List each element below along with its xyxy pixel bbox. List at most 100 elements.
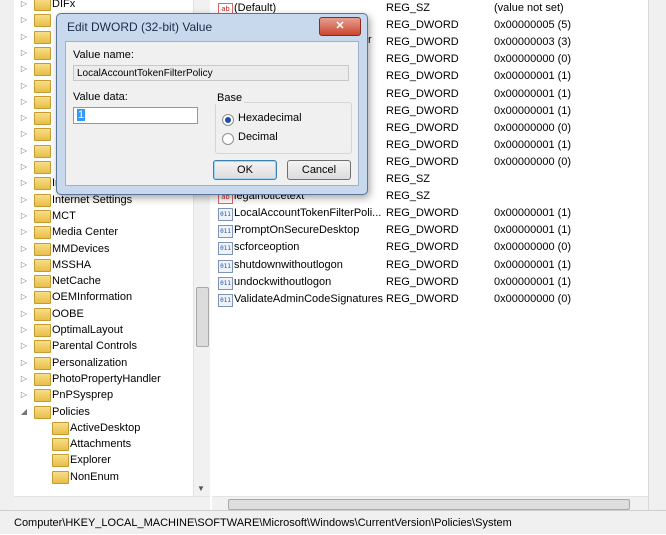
folder-icon	[34, 14, 51, 28]
expand-arrow-icon[interactable]: ▷	[18, 175, 30, 191]
expand-arrow-icon[interactable]: ▷	[18, 61, 30, 77]
values-scroll-thumb[interactable]	[228, 499, 630, 510]
folder-icon	[34, 193, 51, 207]
value-data-input[interactable]: 1	[73, 107, 198, 124]
value-name: LocalAccountTokenFilterPoli...	[234, 207, 382, 220]
tree-item-label: OptimalLayout	[52, 324, 123, 336]
close-icon[interactable]: ✕	[319, 17, 361, 36]
expand-arrow-icon[interactable]: ▷	[18, 387, 30, 403]
expand-arrow-icon[interactable]: ▷	[18, 355, 30, 371]
folder-icon	[34, 324, 51, 337]
hexadecimal-radio[interactable]	[222, 114, 234, 126]
right-window-edge	[648, 0, 666, 510]
expand-arrow-icon[interactable]: ▷	[18, 208, 30, 224]
base-groupbox: Hexadecimal Decimal	[215, 102, 352, 154]
expand-arrow-icon[interactable]: ▷	[18, 12, 30, 28]
cancel-button[interactable]: Cancel	[287, 160, 351, 180]
expand-arrow-icon[interactable]: ▷	[18, 192, 30, 208]
value-row[interactable]: 011 PromptOnSecureDesktop REG_DWORD 0x00000…	[212, 222, 648, 239]
decimal-label[interactable]: Decimal	[238, 131, 278, 143]
registry-editor-window: ▷DIFx▷▷▷▷▷▷▷▷▷▷▷Installer▷Internet Setti…	[0, 0, 666, 534]
expand-arrow-icon[interactable]: ▷	[18, 338, 30, 354]
value-data: 0x00000001 (1)	[494, 224, 572, 237]
value-type: REG_DWORD	[386, 258, 459, 271]
decimal-radio[interactable]	[222, 133, 234, 145]
value-row[interactable]: 011 undockwithoutlogon REG_DWORD 0x00000001…	[212, 274, 648, 291]
expand-arrow-icon[interactable]: ▷	[18, 45, 30, 61]
expand-arrow-icon[interactable]: ▷	[18, 371, 30, 387]
tree-horizontal-scrollbar[interactable]	[14, 496, 210, 511]
tree-item-label: Parental Controls	[52, 340, 137, 353]
folder-icon	[34, 177, 51, 191]
value-type: REG_DWORD	[386, 207, 459, 220]
expand-arrow-icon[interactable]: ▷	[18, 126, 30, 142]
value-row[interactable]: 011 shutdownwithoutlogon REG_DWORD 0x000000…	[212, 257, 648, 274]
expand-arrow-icon[interactable]: ▷	[18, 257, 30, 273]
value-row[interactable]: 011 LocalAccountTokenFilterPoli... REG_DWO…	[212, 205, 648, 222]
expand-arrow-icon[interactable]: ▷	[18, 143, 30, 159]
folder-icon	[34, 405, 51, 419]
tree-item-label: DIFx	[52, 0, 76, 10]
value-type: REG_SZ	[386, 2, 431, 14]
value-data: 0x00000000 (0)	[494, 292, 572, 305]
value-type: REG_DWORD	[386, 241, 459, 254]
tree-item-label: Personalization	[52, 356, 128, 369]
value-type: REG_DWORD	[386, 138, 459, 151]
expand-arrow-icon[interactable]: ▷	[18, 289, 30, 305]
value-data: 0x00000003 (3)	[494, 36, 572, 49]
folder-icon	[34, 79, 51, 93]
ok-button[interactable]: OK	[213, 160, 277, 180]
folder-icon	[52, 438, 69, 452]
expand-arrow-icon[interactable]: ▷	[18, 241, 30, 257]
expand-arrow-icon[interactable]: ▷	[18, 159, 30, 175]
hexadecimal-label[interactable]: Hexadecimal	[238, 112, 302, 124]
expand-arrow-icon[interactable]: ▷	[18, 306, 30, 322]
value-data: 0x00000001 (1)	[494, 275, 572, 288]
expand-arrow-icon[interactable]: ▷	[18, 29, 30, 45]
values-horizontal-scrollbar[interactable]	[212, 496, 648, 511]
value-name: undockwithoutlogon	[234, 275, 332, 288]
folder-icon	[34, 46, 51, 60]
value-type: REG_DWORD	[386, 36, 459, 49]
expand-arrow-icon[interactable]: ▷	[18, 322, 30, 338]
folder-icon	[34, 144, 51, 158]
dword-value-icon: 011	[218, 225, 233, 239]
dword-value-icon: 011	[218, 242, 233, 256]
tree-item-label: Explorer	[70, 454, 111, 467]
folder-icon	[34, 372, 51, 386]
value-data: (value not set)	[494, 2, 564, 14]
tree-item-label: Media Center	[52, 226, 119, 239]
value-type: REG_SZ	[386, 190, 431, 203]
dialog-title: Edit DWORD (32-bit) Value	[67, 20, 213, 34]
value-data: 0x00000001 (1)	[494, 87, 572, 100]
dword-value-icon: 011	[218, 208, 233, 222]
value-row[interactable]: 011 ValidateAdminCodeSignatures REG_DWORD 0…	[212, 291, 648, 308]
folder-icon	[34, 340, 51, 354]
folder-icon	[34, 356, 51, 370]
expand-arrow-icon[interactable]: ▷	[18, 78, 30, 94]
value-name: PromptOnSecureDesktop	[234, 224, 360, 237]
expand-arrow-icon[interactable]: ▷	[18, 94, 30, 110]
expand-arrow-icon[interactable]: ▷	[18, 0, 30, 12]
scroll-down-arrow-icon[interactable]: ▼	[197, 484, 205, 493]
expanded-arrow-icon[interactable]: ◢	[18, 404, 30, 420]
base-label: Base	[215, 92, 245, 104]
dword-value-icon: 011	[218, 293, 233, 307]
expand-arrow-icon[interactable]: ▷	[18, 273, 30, 289]
expand-arrow-icon[interactable]: ▷	[18, 110, 30, 126]
value-data-label: Value data:	[73, 91, 128, 103]
value-type: REG_DWORD	[386, 155, 459, 168]
value-type: REG_SZ	[386, 173, 431, 185]
value-row[interactable]: 011 scforceoption REG_DWORD 0x00000000 (0)	[212, 239, 648, 256]
folder-icon	[34, 112, 51, 126]
tree-item-label: PhotoPropertyHandler	[52, 372, 161, 385]
edit-dword-dialog: Edit DWORD (32-bit) Value ✕ Value name: …	[56, 13, 368, 195]
tree-item-label: OOBE	[52, 307, 84, 320]
value-data: 0x00000000 (0)	[494, 241, 572, 254]
value-data: 0x00000000 (0)	[494, 155, 572, 168]
value-type: REG_DWORD	[386, 275, 459, 288]
expand-arrow-icon[interactable]: ▷	[18, 224, 30, 240]
tree-scroll-thumb[interactable]	[196, 287, 209, 347]
tree-item-label: ActiveDesktop	[70, 421, 141, 434]
folder-icon	[34, 30, 51, 44]
